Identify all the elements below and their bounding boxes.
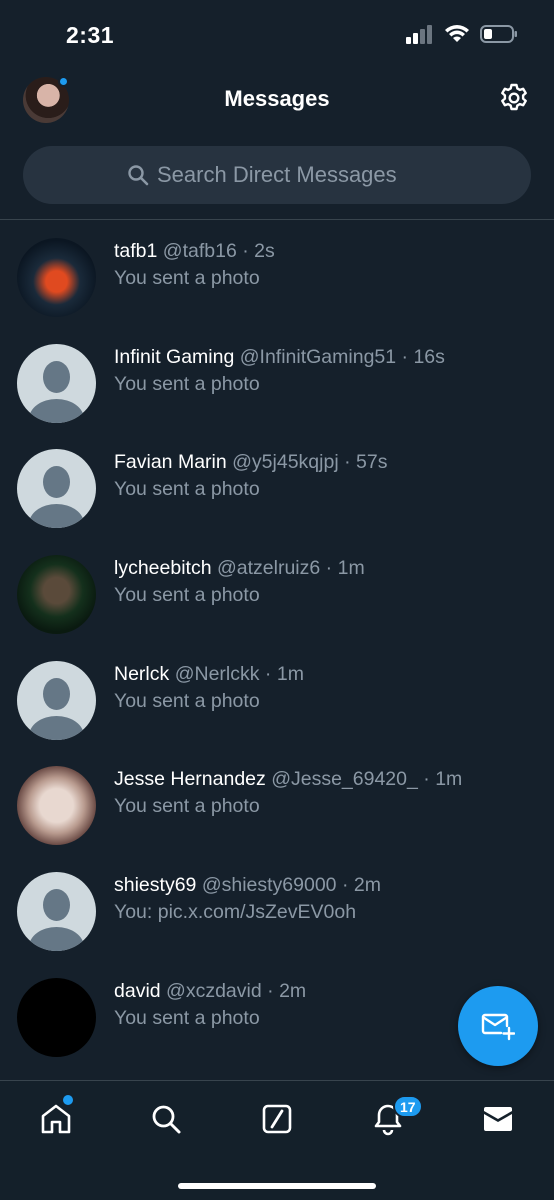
default-avatar[interactable]	[17, 449, 96, 529]
conversation-row[interactable]: tafb1 @tafb16 · 2s You sent a photo	[0, 220, 554, 326]
search-bar[interactable]	[23, 146, 531, 204]
tab-messages[interactable]	[478, 1099, 518, 1139]
conversation-row[interactable]: Favian Marin @y5j45kqjpj · 57s You sent …	[0, 431, 554, 537]
search-box[interactable]	[23, 146, 531, 204]
conversation-preview: You sent a photo	[114, 689, 260, 712]
conversation-preview: You sent a photo	[114, 584, 260, 607]
separator-dot: ·	[401, 345, 409, 368]
conversation-preview: You sent a photo	[114, 267, 260, 289]
conversation-name: Favian Marin	[114, 451, 227, 474]
conversation-name: Infinit Gaming	[114, 345, 235, 368]
conversation-header: david @xczdavid · 2m	[114, 980, 306, 1003]
conversation-time: 1m	[435, 768, 463, 791]
conversation-preview: You sent a photo	[114, 795, 260, 818]
home-notification-dot	[63, 1095, 73, 1105]
conversation-name: Nerlck	[114, 662, 170, 685]
status-bar: 2:31	[0, 0, 554, 72]
home-indicator[interactable]	[178, 1183, 376, 1189]
conversation-name: david	[114, 979, 161, 1002]
new-message-icon	[481, 1013, 515, 1041]
conversation-preview: You sent a photo	[114, 372, 260, 395]
conversation-header: Favian Marin @y5j45kqjpj · 57s	[114, 451, 387, 474]
separator-dot: ·	[264, 662, 272, 685]
conversation-handle: @Jesse_69420_	[271, 768, 418, 791]
conversation-handle: @atzelruiz6	[216, 557, 321, 580]
separator-dot: ·	[341, 874, 349, 897]
conversation-avatar[interactable]	[17, 977, 96, 1057]
conversation-name: Jesse Hernandez	[114, 768, 266, 791]
conversation-time: 2m	[353, 874, 381, 897]
status-icons	[406, 24, 518, 44]
wifi-icon	[445, 25, 469, 42]
tab-home[interactable]	[36, 1099, 76, 1139]
conversation-time: 1m	[337, 557, 365, 580]
conversation-row[interactable]: Jesse Hernandez @Jesse_69420_ · 1m You s…	[0, 748, 554, 854]
conversation-row[interactable]: Infinit Gaming @InfinitGaming51 · 16s Yo…	[0, 326, 554, 432]
separator-dot: ·	[423, 768, 430, 791]
conversation-avatar[interactable]	[17, 555, 96, 635]
conversation-preview: You sent a photo	[114, 1006, 260, 1029]
tab-grok[interactable]	[257, 1099, 297, 1139]
conversation-time: 2m	[279, 979, 307, 1002]
conversation-avatar[interactable]	[17, 766, 96, 846]
conversation-row[interactable]: shiesty69 @shiesty69000 · 2m You: pic.x.…	[0, 854, 554, 960]
separator-dot: ·	[267, 979, 274, 1002]
envelope-icon	[484, 1107, 512, 1131]
default-avatar[interactable]	[17, 872, 96, 952]
home-icon	[41, 1104, 71, 1134]
conversation-preview: You: pic.x.com/JsZevEV0oh	[114, 901, 357, 924]
page-title: Messages	[224, 86, 330, 111]
conversation-time: 1m	[276, 662, 304, 685]
conversation-preview: You sent a photo	[114, 478, 260, 501]
slash-box-icon	[262, 1104, 292, 1134]
search-icon	[128, 165, 149, 186]
conversation-time: 2s	[254, 240, 275, 262]
separator-dot: ·	[325, 557, 333, 580]
conversation-row[interactable]: lycheebitch @atzelruiz6 · 1m You sent a …	[0, 537, 554, 643]
bottom-tab-bar: 17	[0, 1080, 554, 1200]
conversation-name: lycheebitch	[114, 557, 212, 580]
conversation-handle: @Nerlckk	[174, 662, 260, 685]
search-input[interactable]	[157, 162, 427, 188]
conversation-row[interactable]: Nerlck @Nerlckk · 1m You sent a photo	[0, 643, 554, 749]
conversation-header: Nerlck @Nerlckk · 1m	[114, 663, 304, 686]
conversation-handle: @tafb16	[162, 240, 237, 262]
conversation-handle: @shiesty69000	[201, 874, 337, 897]
separator-dot: ·	[344, 451, 351, 474]
conversation-list: tafb1 @tafb16 · 2s You sent a photo Infi…	[0, 220, 554, 1066]
conversation-handle: @y5j45kqjpj	[232, 451, 339, 474]
new-message-button[interactable]	[458, 986, 538, 1066]
conversation-header: Jesse Hernandez @Jesse_69420_ · 1m	[114, 768, 462, 791]
separator-dot: ·	[242, 240, 249, 262]
conversation-header: tafb1 @tafb16 · 2s	[114, 240, 275, 263]
conversation-name: tafb1	[114, 240, 158, 262]
conversation-header: lycheebitch @atzelruiz6 · 1m	[114, 557, 365, 580]
conversation-time: 16s	[413, 345, 445, 368]
header: Messages	[0, 72, 554, 130]
status-time: 2:31	[66, 22, 115, 48]
conversation-header: Infinit Gaming @InfinitGaming51 · 16s	[114, 346, 445, 369]
battery-icon	[480, 25, 517, 43]
gear-icon[interactable]	[498, 82, 530, 114]
cellular-signal-icon	[406, 25, 432, 44]
tab-explore[interactable]	[146, 1099, 186, 1139]
search-icon	[152, 1105, 181, 1134]
default-avatar[interactable]	[17, 343, 96, 423]
conversation-handle: @InfinitGaming51	[239, 345, 397, 368]
conversation-avatar[interactable]	[17, 238, 96, 317]
notifications-badge: 17	[393, 1095, 423, 1118]
conversation-handle: @xczdavid	[166, 979, 262, 1002]
default-avatar[interactable]	[17, 660, 96, 740]
conversation-name: shiesty69	[114, 874, 197, 897]
conversation-header: shiesty69 @shiesty69000 · 2m	[114, 874, 381, 897]
conversation-time: 57s	[356, 451, 388, 474]
